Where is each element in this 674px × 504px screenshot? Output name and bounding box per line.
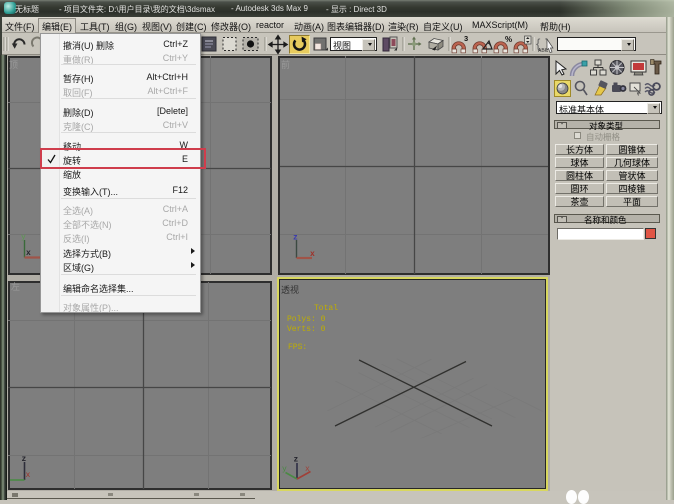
svg-text:z: z	[293, 234, 298, 243]
svg-text:z: z	[294, 456, 299, 465]
svg-text:x: x	[26, 471, 31, 480]
svg-text:FPS:: FPS:	[288, 343, 307, 352]
svg-text:x: x	[310, 250, 315, 259]
svg-text:z: z	[22, 455, 27, 464]
svg-text:x: x	[26, 249, 31, 258]
svg-text:y: y	[21, 233, 26, 242]
svg-text:x: x	[305, 465, 310, 474]
svg-text:Verts: 0: Verts: 0	[287, 325, 326, 334]
svg-text:Total: Total	[314, 304, 338, 313]
svg-text:y: y	[282, 465, 287, 474]
svg-text:Polys: 0: Polys: 0	[287, 315, 326, 324]
